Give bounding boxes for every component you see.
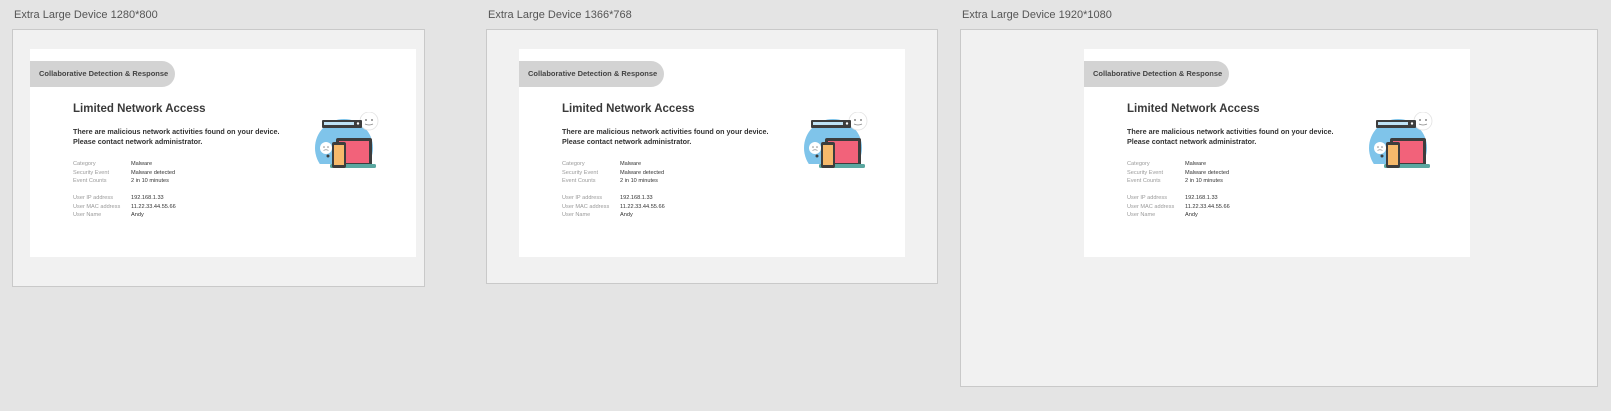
info-row: User MAC address 11.22.33.44.55.66 — [1127, 203, 1230, 212]
warning-message: There are malicious network activities f… — [1127, 127, 1334, 147]
artboard-frame[interactable]: Collaborative Detection & Response Limit… — [960, 29, 1598, 387]
info-value: 192.168.1.33 — [620, 195, 653, 201]
devices-illustration-icon — [1368, 111, 1436, 180]
page-title: Limited Network Access — [73, 103, 206, 115]
info-value: Malware — [1185, 161, 1207, 167]
info-row: Category Malware — [1127, 160, 1229, 169]
info-value: 192.168.1.33 — [1185, 195, 1218, 201]
info-value: 192.168.1.33 — [131, 195, 164, 201]
message-line-2: Please contact network administrator. — [73, 137, 203, 146]
info-key: User IP address — [73, 195, 114, 201]
info-key: User IP address — [562, 195, 603, 201]
info-key: Category — [562, 161, 585, 167]
info-row: User Name Andy — [73, 211, 176, 220]
info-value: Malware detected — [620, 169, 665, 176]
message-line-2: Please contact network administrator. — [1127, 137, 1257, 146]
info-key: Event Counts — [562, 178, 596, 184]
artboard-frame[interactable]: Collaborative Detection & Response Limit… — [12, 29, 425, 287]
product-badge: Collaborative Detection & Response — [1084, 61, 1229, 87]
info-row: Event Counts 2 in 10 minutes — [562, 177, 664, 186]
warning-message: There are malicious network activities f… — [562, 127, 769, 147]
message-line-2: Please contact network administrator. — [562, 137, 692, 146]
info-row: Security Event Malware detected — [73, 169, 175, 178]
info-row: Category Malware — [73, 160, 175, 169]
info-row: Event Counts 2 in 10 minutes — [1127, 177, 1229, 186]
info-key: User IP address — [1127, 195, 1168, 201]
notification-card: Collaborative Detection & Response Limit… — [30, 49, 416, 257]
info-key: Security Event — [73, 169, 110, 176]
page-title: Limited Network Access — [1127, 103, 1260, 115]
info-key: User MAC address — [562, 203, 610, 210]
info-value: Malware — [131, 161, 153, 167]
user-info: User IP address 192.168.1.33 User MAC add… — [562, 194, 665, 220]
info-row: Event Counts 2 in 10 minutes — [73, 177, 175, 186]
info-value: Malware detected — [1185, 169, 1230, 176]
devices-illustration-icon — [803, 111, 871, 180]
info-value: Malware detected — [131, 169, 176, 176]
artboard-label: Extra Large Device 1366*768 — [488, 9, 632, 21]
product-badge: Collaborative Detection & Response — [519, 61, 664, 87]
info-value: Andy — [620, 212, 633, 218]
info-value: 2 in 10 minutes — [131, 178, 169, 184]
info-value: 2 in 10 minutes — [1185, 178, 1223, 184]
info-key: User MAC address — [73, 203, 121, 210]
info-row: Category Malware — [562, 160, 664, 169]
message-line-1: There are malicious network activities f… — [1127, 127, 1334, 136]
info-key: User Name — [1127, 212, 1156, 218]
notification-card: Collaborative Detection & Response Limit… — [519, 49, 905, 257]
info-row: Security Event Malware detected — [1127, 169, 1229, 178]
notification-card: Collaborative Detection & Response Limit… — [1084, 49, 1470, 257]
page-title: Limited Network Access — [562, 103, 695, 115]
info-row: User Name Andy — [562, 211, 665, 220]
info-key: Security Event — [562, 169, 599, 176]
info-row: User IP address 192.168.1.33 — [1127, 194, 1230, 203]
info-value: Andy — [1185, 212, 1198, 218]
product-badge: Collaborative Detection & Response — [30, 61, 175, 87]
info-row: Security Event Malware detected — [562, 169, 664, 178]
artboard-label: Extra Large Device 1280*800 — [14, 9, 158, 21]
artboard-label: Extra Large Device 1920*1080 — [962, 9, 1112, 21]
info-value: Andy — [131, 212, 144, 218]
artboard-frame[interactable]: Collaborative Detection & Response Limit… — [486, 29, 938, 284]
info-key: Event Counts — [73, 178, 107, 184]
info-row: User IP address 192.168.1.33 — [73, 194, 176, 203]
info-value: 11.22.33.44.55.66 — [620, 203, 665, 210]
message-line-1: There are malicious network activities f… — [73, 127, 280, 136]
message-line-1: There are malicious network activities f… — [562, 127, 769, 136]
info-row: User MAC address 11.22.33.44.55.66 — [73, 203, 176, 212]
devices-illustration-icon — [314, 111, 382, 180]
info-row: User Name Andy — [1127, 211, 1230, 220]
user-info: User IP address 192.168.1.33 User MAC add… — [1127, 194, 1230, 220]
info-value: 2 in 10 minutes — [620, 178, 658, 184]
info-row: User IP address 192.168.1.33 — [562, 194, 665, 203]
info-key: User Name — [73, 212, 102, 218]
info-row: User MAC address 11.22.33.44.55.66 — [562, 203, 665, 212]
info-value: Malware — [620, 161, 642, 167]
event-info: Category Malware Security Event Malware de… — [562, 160, 664, 186]
info-key: User Name — [562, 212, 591, 218]
event-info: Category Malware Security Event Malware de… — [73, 160, 175, 186]
event-info: Category Malware Security Event Malware de… — [1127, 160, 1229, 186]
info-key: Security Event — [1127, 169, 1164, 176]
info-value: 11.22.33.44.55.66 — [131, 203, 176, 210]
user-info: User IP address 192.168.1.33 User MAC add… — [73, 194, 176, 220]
info-key: Category — [73, 161, 96, 167]
info-key: Event Counts — [1127, 178, 1161, 184]
warning-message: There are malicious network activities f… — [73, 127, 280, 147]
info-value: 11.22.33.44.55.66 — [1185, 203, 1230, 210]
info-key: User MAC address — [1127, 203, 1175, 210]
info-key: Category — [1127, 161, 1150, 167]
